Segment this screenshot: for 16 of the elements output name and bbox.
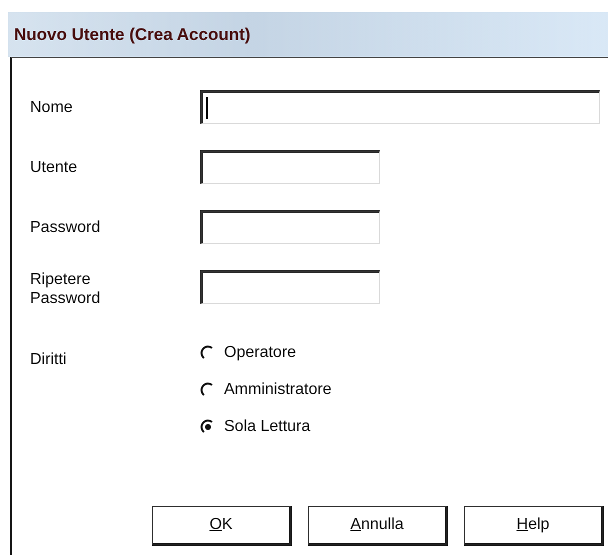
radio-label[interactable]: Sola Lettura [224,418,310,436]
field-label: Ripetere Password [30,270,102,308]
input-field[interactable] [200,270,380,304]
input-field[interactable] [200,210,380,244]
input-field[interactable] [200,150,380,184]
field-label: Utente [30,158,78,178]
dialog-button[interactable]: Annulla [308,506,448,546]
field-label: Nome [30,98,74,118]
window-title: Nuovo Utente (Crea Account) [14,24,250,44]
dialog-button[interactable]: OK [152,506,292,546]
radio-label[interactable]: Amministratore [224,381,332,399]
dialog-button[interactable]: Help [464,506,604,546]
rights-label: Diritti [30,350,68,370]
radio-label[interactable]: Operatore [224,344,296,362]
field-label: Password [30,218,102,238]
input-field[interactable] [200,90,600,124]
